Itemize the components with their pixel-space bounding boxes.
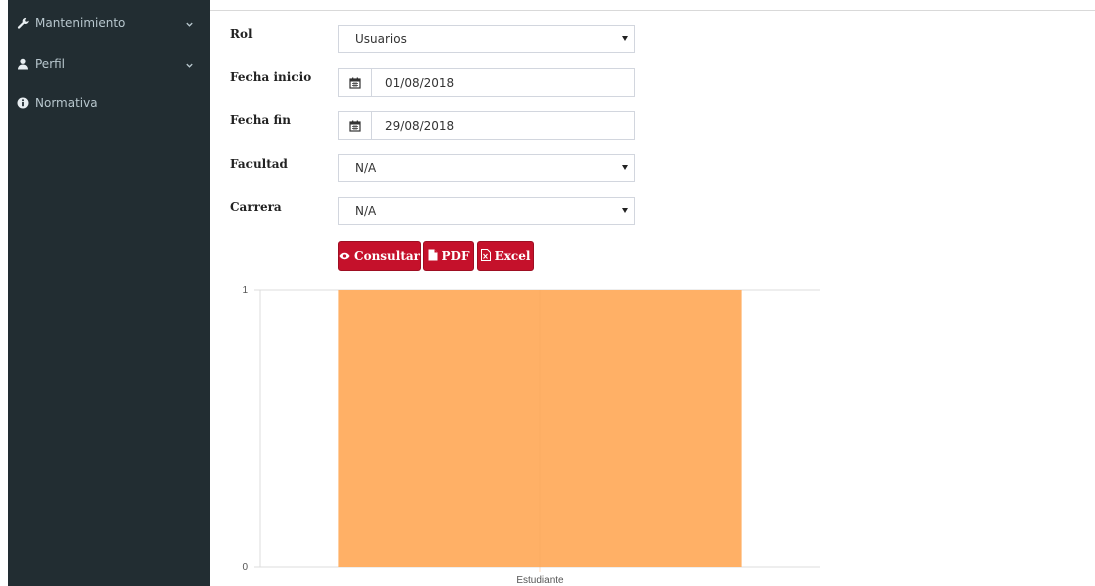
facultad-select-value: N/A xyxy=(355,161,377,175)
fecha-fin-label: Fecha fin xyxy=(230,113,291,127)
carrera-select[interactable]: N/A xyxy=(338,197,635,225)
excel-label: Excel xyxy=(494,249,531,263)
chevron-down-icon xyxy=(185,59,195,69)
wrench-icon xyxy=(16,16,30,30)
chevron-down-icon xyxy=(185,18,195,28)
sidebar-item-perfil[interactable]: Perfil xyxy=(8,54,210,74)
fecha-inicio-field[interactable]: 01/08/2018 xyxy=(338,68,635,97)
header-divider xyxy=(210,10,1095,11)
rol-select-value: Usuarios xyxy=(355,32,407,46)
carrera-label: Carrera xyxy=(230,200,282,214)
fecha-fin-field[interactable]: 29/08/2018 xyxy=(338,111,635,140)
carrera-select-value: N/A xyxy=(355,204,377,218)
excel-file-icon xyxy=(480,248,491,264)
sidebar-item-mantenimiento[interactable]: Mantenimiento xyxy=(8,13,210,33)
y-tick-label: 1 xyxy=(242,285,248,296)
info-circle-icon xyxy=(16,96,30,110)
fecha-inicio-value: 01/08/2018 xyxy=(385,76,455,90)
eye-icon xyxy=(339,249,350,263)
user-icon xyxy=(16,57,30,71)
y-tick-label: 0 xyxy=(242,562,248,573)
consultar-button[interactable]: Consultar xyxy=(338,241,421,271)
caret-down-icon xyxy=(622,165,628,170)
sidebar-item-normativa[interactable]: Normativa xyxy=(8,93,210,113)
sidebar-item-label: Perfil xyxy=(35,57,66,71)
facultad-select[interactable]: N/A xyxy=(338,154,635,182)
pdf-button[interactable]: PDF xyxy=(423,241,474,271)
caret-down-icon xyxy=(622,36,628,41)
facultad-label: Facultad xyxy=(230,157,288,171)
file-icon xyxy=(428,249,438,264)
sidebar: Mantenimiento Perfil Normativa xyxy=(8,0,210,586)
x-tick-label: Estudiante xyxy=(516,575,564,586)
caret-down-icon xyxy=(622,208,628,213)
excel-button[interactable]: Excel xyxy=(477,241,534,271)
calendar-icon xyxy=(339,112,372,139)
consultar-label: Consultar xyxy=(354,249,420,263)
sidebar-item-label: Mantenimiento xyxy=(35,16,126,30)
window-edge xyxy=(0,0,8,586)
calendar-icon xyxy=(339,69,372,96)
rol-label: Rol xyxy=(230,27,253,41)
pdf-label: PDF xyxy=(441,249,470,263)
fecha-fin-value: 29/08/2018 xyxy=(385,119,455,133)
rol-select[interactable]: Usuarios xyxy=(338,25,635,53)
fecha-inicio-label: Fecha inicio xyxy=(230,70,312,84)
bar-chart: 0 1 Estudiante xyxy=(242,285,820,586)
sidebar-item-label: Normativa xyxy=(35,96,98,110)
